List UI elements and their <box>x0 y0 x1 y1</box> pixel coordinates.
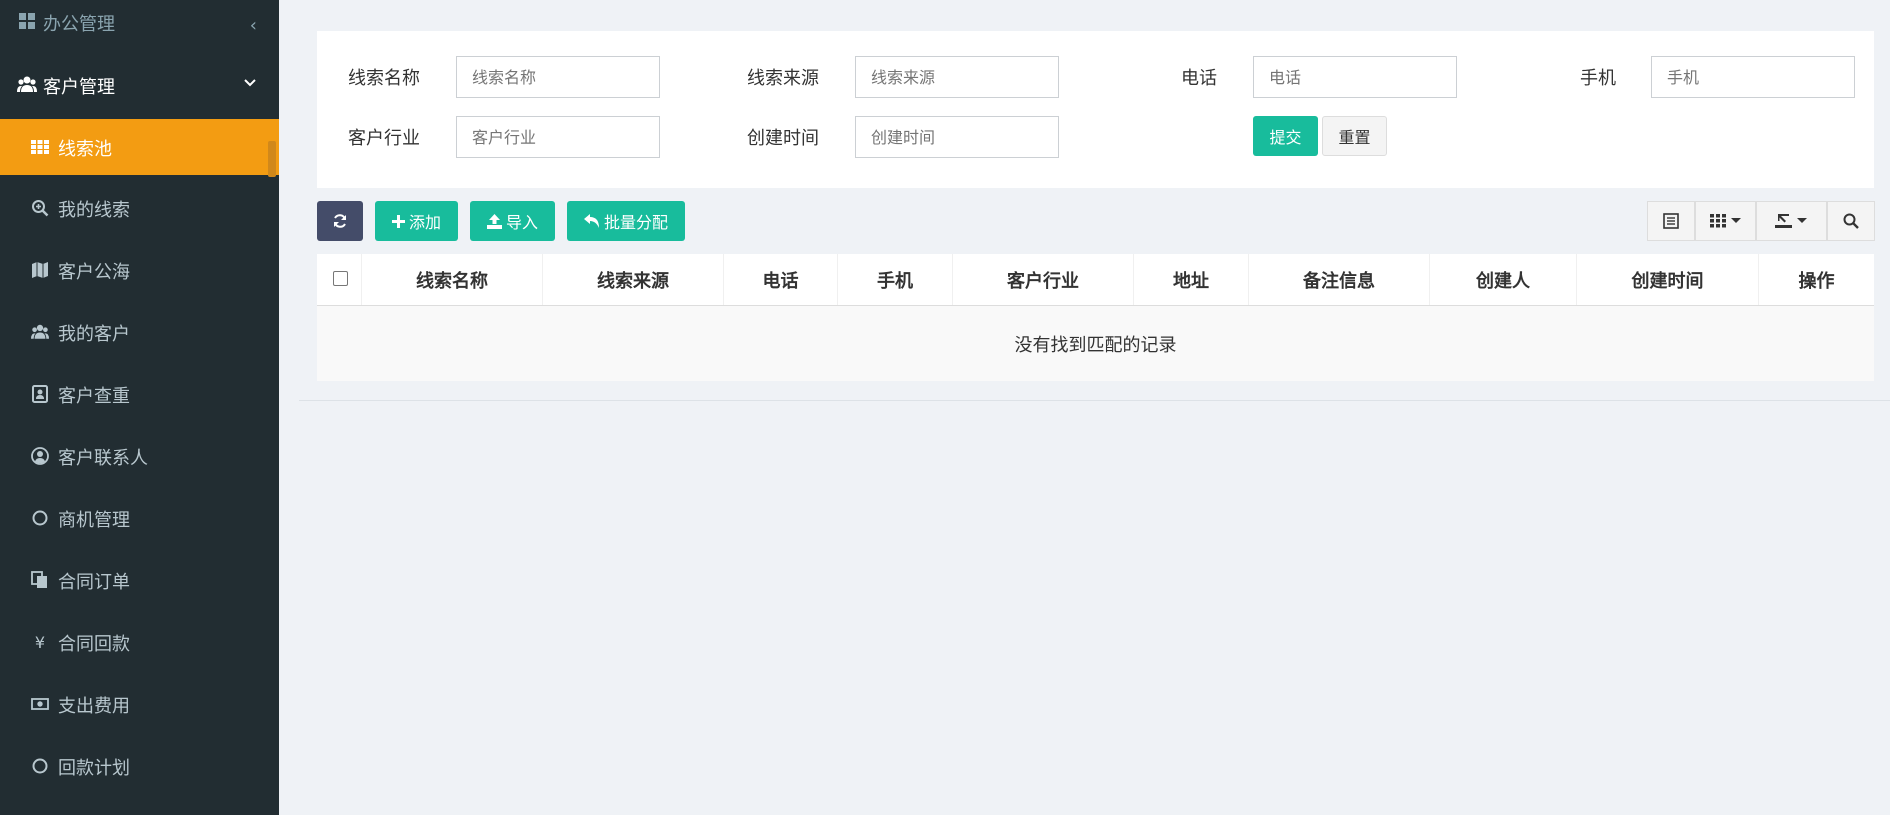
column-header[interactable]: 操作 <box>1759 254 1874 305</box>
export-icon <box>1775 214 1792 228</box>
collapse-sidebar-icon[interactable]: ‹ <box>250 15 257 36</box>
sidebar-item-label: 支出费用 <box>58 696 130 717</box>
sidebar-item-customer-pool[interactable]: 客户公海 <box>0 242 279 298</box>
sidebar-item-my-customers[interactable]: 我的客户 <box>0 304 279 360</box>
chevron-down-icon <box>244 79 256 87</box>
column-header[interactable]: 客户行业 <box>953 254 1134 305</box>
batch-assign-button-label: 批量分配 <box>603 213 668 232</box>
field-label-created-time: 创建时间 <box>747 128 819 149</box>
refresh-button[interactable] <box>317 201 363 241</box>
table-header: 线索名称 线索来源 电话 手机 客户行业 地址 备注信息 创建人 创建时间 操作 <box>317 254 1874 306</box>
import-button-label: 导入 <box>505 213 538 232</box>
grid-icon <box>31 140 49 154</box>
sidebar-item-duplicate-check[interactable]: 客户查重 <box>0 366 279 422</box>
empty-state-message: 没有找到匹配的记录 <box>317 306 1874 381</box>
column-header[interactable]: 创建人 <box>1430 254 1577 305</box>
field-label-phone: 电话 <box>1181 68 1217 89</box>
sidebar-scrollbar[interactable] <box>268 141 276 177</box>
data-table: 线索名称 线索来源 电话 手机 客户行业 地址 备注信息 创建人 创建时间 操作… <box>317 254 1874 381</box>
add-button-label: 添加 <box>408 213 441 232</box>
users-icon <box>17 76 37 92</box>
sidebar-item-label: 我的客户 <box>58 324 130 345</box>
sidebar-item-opportunities[interactable]: 商机管理 <box>0 490 279 546</box>
sidebar-item-lead-pool[interactable]: 线索池 <box>0 119 279 175</box>
user-circle-icon <box>31 447 49 465</box>
toggle-view-button[interactable] <box>1647 201 1695 241</box>
column-header[interactable]: 地址 <box>1134 254 1249 305</box>
sidebar-item-label: 合同订单 <box>58 572 130 593</box>
sidebar-item-payment-plan[interactable]: 回款计划 <box>0 738 279 794</box>
sidebar-item-expenses[interactable]: 支出费用 <box>0 676 279 732</box>
search-icon <box>1843 213 1859 229</box>
batch-assign-button[interactable]: 批量分配 <box>567 201 685 241</box>
sidebar-group-label: 客户管理 <box>43 77 115 98</box>
yen-icon: ¥ <box>34 632 46 652</box>
column-header[interactable]: 线索来源 <box>543 254 724 305</box>
select-all-checkbox[interactable] <box>333 271 348 286</box>
import-button[interactable]: 导入 <box>470 201 555 241</box>
sidebar-item-office[interactable]: 办公管理 ‹ <box>0 0 279 45</box>
field-label-lead-name: 线索名称 <box>348 68 420 89</box>
sidebar-item-label: 合同回款 <box>58 634 130 655</box>
column-header[interactable]: 线索名称 <box>362 254 543 305</box>
add-button[interactable]: 添加 <box>375 201 458 241</box>
search-panel: 线索名称 线索来源 电话 手机 客户行业 创建时间 提交 重置 <box>317 31 1874 188</box>
column-header[interactable]: 备注信息 <box>1249 254 1430 305</box>
sidebar-item-label: 线索池 <box>58 139 112 160</box>
plus-icon <box>391 214 405 228</box>
money-icon <box>31 698 49 710</box>
reply-icon <box>583 214 599 228</box>
column-header[interactable]: 电话 <box>724 254 838 305</box>
sidebar-item-label: 客户查重 <box>58 386 130 407</box>
map-icon <box>32 262 48 278</box>
column-header[interactable]: 创建时间 <box>1577 254 1759 305</box>
field-label-industry: 客户行业 <box>348 128 420 149</box>
sidebar-item-label: 商机管理 <box>58 510 130 531</box>
sidebar-group-customer[interactable]: 客户管理 <box>0 61 279 107</box>
reset-button[interactable]: 重置 <box>1322 116 1387 156</box>
sidebar-item-contract-orders[interactable]: 合同订单 <box>0 552 279 608</box>
sidebar-item-label: 办公管理 <box>43 14 115 35</box>
industry-input[interactable] <box>456 116 660 158</box>
caret-down-icon <box>1797 218 1807 223</box>
circle-icon <box>32 510 48 526</box>
users-icon <box>31 324 49 339</box>
divider <box>299 400 1890 401</box>
sidebar-item-my-leads[interactable]: 我的线索 <box>0 180 279 236</box>
sidebar-item-label: 我的线索 <box>58 200 130 221</box>
search-button[interactable] <box>1827 201 1875 241</box>
grid-icon <box>1709 214 1726 228</box>
refresh-icon <box>334 214 346 228</box>
submit-button[interactable]: 提交 <box>1253 116 1318 156</box>
field-label-mobile: 手机 <box>1580 68 1616 89</box>
sidebar-item-contacts[interactable]: 客户联系人 <box>0 428 279 484</box>
circle-icon <box>32 758 48 774</box>
lead-name-input[interactable] <box>456 56 660 98</box>
phone-input[interactable] <box>1253 56 1457 98</box>
sidebar-item-contract-payments[interactable]: ¥ 合同回款 <box>0 614 279 670</box>
column-header[interactable]: 手机 <box>838 254 953 305</box>
select-all-cell <box>317 254 362 305</box>
upload-icon <box>486 213 502 229</box>
copy-icon <box>31 571 47 588</box>
search-plus-icon <box>32 200 49 217</box>
sidebar-item-label: 回款计划 <box>58 758 130 779</box>
sidebar-item-label: 客户联系人 <box>58 448 148 469</box>
sidebar-item-label: 客户公海 <box>58 262 130 283</box>
windows-icon <box>19 13 35 29</box>
field-label-lead-source: 线索来源 <box>747 68 819 89</box>
sidebar: 办公管理 ‹ 客户管理 线索池 我的线索 客户公海 我的客户 客户查重 客户联系… <box>0 0 279 815</box>
mobile-input[interactable] <box>1651 56 1855 98</box>
id-card-icon <box>32 385 48 403</box>
list-icon <box>1663 213 1679 229</box>
caret-down-icon <box>1730 218 1741 223</box>
created-time-input[interactable] <box>855 116 1059 158</box>
columns-dropdown-button[interactable] <box>1695 201 1756 241</box>
export-dropdown-button[interactable] <box>1756 201 1827 241</box>
lead-source-input[interactable] <box>855 56 1059 98</box>
